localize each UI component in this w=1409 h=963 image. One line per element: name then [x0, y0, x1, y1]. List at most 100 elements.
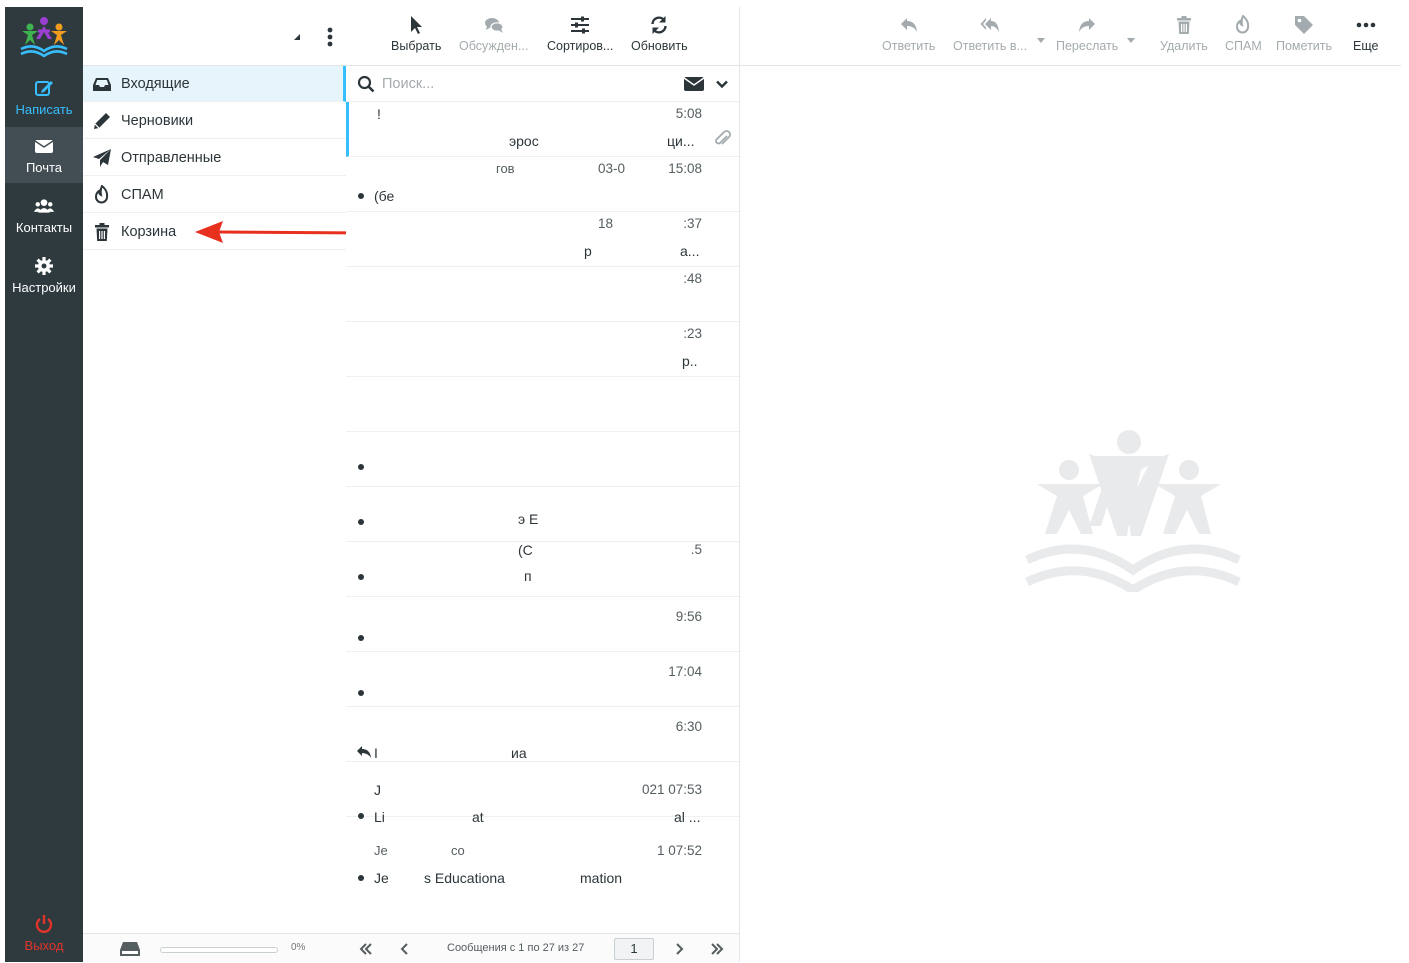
message-date: 021 07:53 — [641, 782, 702, 797]
last-page-icon[interactable] — [709, 941, 725, 957]
message-date: 9:56 — [675, 609, 702, 624]
forward-icon — [1079, 18, 1096, 32]
message-row[interactable]: 6:30 I иа — [346, 707, 739, 762]
first-page-icon[interactable] — [358, 941, 374, 957]
mail-label: Почта — [25, 159, 63, 175]
message-subject-tail: иа — [511, 745, 527, 761]
message-row[interactable]: 18 :37 р а... — [346, 212, 739, 267]
app-logo — [20, 17, 68, 58]
logout-button[interactable]: Выход — [5, 905, 83, 961]
message-row[interactable]: э Е — [346, 487, 739, 542]
compose-label: Написать — [15, 101, 73, 117]
more-button[interactable]: Еще — [1353, 15, 1378, 61]
message-date: 1 07:52 — [656, 843, 702, 858]
vertical-dots-icon[interactable] — [326, 26, 334, 48]
folder-label: Черновики — [121, 112, 194, 129]
message-subject: п — [524, 568, 532, 584]
threads-label: Обсужден... — [459, 39, 529, 53]
more-dots-icon — [1356, 22, 1376, 28]
sliders-icon — [571, 16, 590, 34]
refresh-button[interactable]: Обновить — [631, 15, 688, 61]
message-row[interactable]: ! 5:08 эрос ци... — [346, 102, 739, 157]
search-input[interactable] — [382, 72, 672, 96]
paperclip-icon — [715, 130, 731, 145]
compose-button[interactable]: Написать — [5, 69, 83, 125]
unread-bullet — [358, 464, 364, 470]
settings-button[interactable]: Настройки — [5, 247, 83, 303]
message-row[interactable] — [346, 377, 739, 432]
message-row[interactable]: :23 р.. — [346, 322, 739, 377]
trash-icon — [95, 222, 109, 241]
mail-button[interactable]: Почта — [5, 127, 83, 183]
folder-inbox[interactable]: Входящие — [83, 66, 346, 102]
message-subject-tail: ци... — [667, 133, 695, 149]
message-row[interactable]: Je co 1 07:52 Je s Educationa mation — [346, 817, 739, 933]
envelope-filter-icon[interactable] — [684, 76, 704, 92]
reply-button[interactable]: Ответить — [882, 15, 935, 61]
account-caret-icon[interactable] — [293, 33, 301, 41]
folder-drafts[interactable]: Черновики — [83, 103, 346, 139]
pencil-icon — [94, 112, 110, 129]
message-subject: р — [584, 243, 592, 259]
cursor-icon — [411, 16, 423, 34]
power-icon — [35, 914, 53, 933]
reply-all-button[interactable]: Ответить в... — [953, 15, 1027, 61]
select-button[interactable]: Выбрать — [391, 15, 441, 61]
next-page-icon[interactable] — [671, 941, 687, 957]
delete-button[interactable]: Удалить — [1160, 15, 1208, 61]
reply-all-icon — [980, 18, 999, 32]
threads-button[interactable]: Обсужден... — [459, 15, 528, 61]
folder-spam[interactable]: СПАМ — [83, 177, 346, 213]
forward-dropdown-icon[interactable] — [1127, 38, 1135, 44]
previous-page-icon[interactable] — [397, 941, 413, 957]
message-row[interactable]: 17:04 — [346, 652, 739, 707]
message-date: :37 — [683, 216, 702, 231]
folder-sent[interactable]: Отправленные — [83, 140, 346, 176]
folder-label: СПАМ — [121, 186, 164, 203]
fire-icon — [94, 184, 109, 203]
spam-button[interactable]: СПАМ — [1225, 15, 1262, 61]
sort-button[interactable]: Сортиров... — [547, 15, 613, 61]
message-row[interactable]: 9:56 — [346, 597, 739, 652]
folder-panel: Входящие Черновики Отправленные СПАМ Кор… — [83, 7, 347, 963]
message-count: Сообщения с 1 по 27 из 27 — [447, 942, 585, 954]
message-row[interactable]: :48 — [346, 267, 739, 322]
chevron-down-icon[interactable] — [716, 78, 728, 90]
message-date: .5 — [690, 542, 702, 557]
message-subject: э Е — [518, 511, 539, 527]
message-date: :23 — [683, 326, 702, 341]
message-from-tail: 03-0 — [598, 161, 626, 176]
reply-all-dropdown-icon[interactable] — [1037, 38, 1045, 44]
forward-button[interactable]: Переслать — [1056, 15, 1118, 61]
inbox-icon — [93, 77, 111, 91]
trash-icon — [1176, 16, 1191, 34]
spam-label: СПАМ — [1225, 39, 1262, 53]
message-list-panel: Выбрать Обсужден... Сортиров... Обновить… — [346, 7, 740, 963]
message-subject-tail: р.. — [682, 353, 698, 369]
refresh-label: Обновить — [631, 39, 688, 53]
preview-toolbar: Ответить Ответить в... Переслать Удалить… — [740, 7, 1401, 66]
message-row[interactable]: J 021 07:53 Li at al ... — [346, 762, 739, 825]
mark-button[interactable]: Пометить — [1276, 15, 1332, 61]
message-from: ! — [377, 106, 381, 122]
page-number-input[interactable]: 1 — [614, 938, 654, 960]
account-header — [83, 7, 346, 66]
unread-bullet — [358, 690, 364, 696]
message-row[interactable] — [346, 432, 739, 487]
reply-all-label: Ответить в... — [953, 39, 1027, 53]
annotation-arrow — [195, 221, 368, 243]
unread-bullet — [358, 875, 364, 881]
message-from: 18 — [598, 216, 614, 231]
hard-drive-icon — [120, 942, 140, 956]
folder-label: Отправленные — [121, 149, 222, 166]
message-list: ! 5:08 эрос ци... гов 03-0 15:08 (бе 18 … — [346, 102, 739, 933]
search-icon[interactable] — [357, 75, 375, 93]
message-date: :48 — [683, 271, 702, 286]
tag-icon — [1295, 16, 1313, 34]
unread-bullet — [358, 635, 364, 641]
contacts-button[interactable]: Контакты — [5, 187, 83, 243]
reply-icon — [900, 18, 917, 32]
list-toolbar: Выбрать Обсужден... Сортиров... Обновить — [346, 7, 739, 66]
message-row[interactable]: (С .5 п — [346, 542, 739, 597]
message-row[interactable]: гов 03-0 15:08 (бе — [346, 157, 739, 212]
